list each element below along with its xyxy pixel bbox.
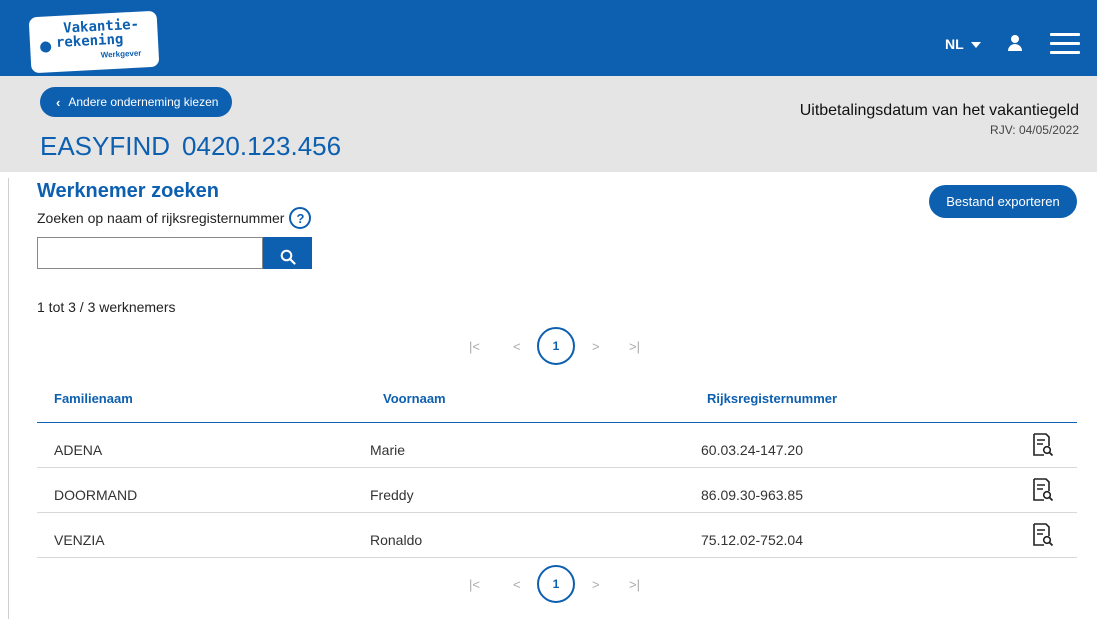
view-document-icon[interactable] [1032,523,1054,547]
column-header-national-number[interactable]: Rijksregisternummer [707,391,837,406]
left-border [8,178,9,619]
table-row[interactable]: VENZIA Ronaldo 75.12.02-752.04 [37,514,1077,558]
company-number: 0420.123.456 [182,131,342,161]
help-icon[interactable]: ? [289,207,312,229]
view-document-icon[interactable] [1032,433,1054,457]
chevron-left-icon: ‹ [56,94,61,110]
table-header-divider [37,422,1077,423]
cell-firstname: Ronaldo [370,532,423,548]
export-file-button[interactable]: Bestand exporteren [929,185,1077,218]
cell-lastname: ADENA [54,442,103,458]
first-page-icon[interactable]: |< [469,339,480,354]
logo-text-line3: Werkgever [100,48,142,60]
last-page-icon[interactable]: >| [629,577,640,592]
cell-lastname: DOORMAND [54,487,138,503]
choose-other-company-button[interactable]: ‹ Andere onderneming kiezen [40,87,233,117]
choose-other-company-label: Andere onderneming kiezen [68,95,219,109]
cell-firstname: Freddy [370,487,414,503]
next-page-icon[interactable]: > [592,577,600,592]
cell-lastname: VENZIA [54,532,105,548]
table-row[interactable]: ADENA Marie 60.03.24-147.20 [37,424,1077,468]
previous-page-icon[interactable]: < [513,339,521,354]
user-icon[interactable] [1007,35,1023,51]
search-icon [280,249,296,265]
logo-dot-icon [39,41,52,53]
pagination-bottom: |< < 1 > >| [469,564,669,604]
language-selector[interactable]: NL [945,36,981,52]
view-document-icon[interactable] [1032,478,1054,502]
current-page-button[interactable]: 1 [537,565,575,603]
payment-date-title: Uitbetalingsdatum van het vakantiegeld [799,102,1079,119]
results-count: 1 tot 3 / 3 werknemers [37,299,176,315]
previous-page-icon[interactable]: < [513,577,521,592]
last-page-icon[interactable]: >| [629,339,640,354]
cell-national-number: 75.12.02-752.04 [701,532,803,548]
search-input[interactable] [37,237,263,269]
company-name: EASYFIND [40,131,171,161]
payment-date-value: RJV: 04/05/2022 [990,123,1079,137]
search-employee-title: Werknemer zoeken [37,180,219,202]
top-navigation-bar: Vakantie- rekening Werkgever NL [0,0,1097,76]
cell-firstname: Marie [370,442,406,458]
cell-national-number: 86.09.30-963.85 [701,487,803,503]
pagination-top: |< < 1 > >| [469,326,669,366]
search-hint: Zoeken op naam of rijksregisternummer ? [37,207,312,229]
search-button[interactable] [263,237,312,269]
first-page-icon[interactable]: |< [469,577,480,592]
language-label: NL [945,36,964,52]
search-hint-label: Zoeken op naam of rijksregisternummer [37,210,285,226]
column-header-firstname[interactable]: Voornaam [383,391,446,406]
current-page-button[interactable]: 1 [537,327,575,365]
column-header-lastname[interactable]: Familienaam [54,391,133,406]
vakantierekening-logo[interactable]: Vakantie- rekening Werkgever [28,10,160,74]
next-page-icon[interactable]: > [592,339,600,354]
company-title: EASYFIND 0420.123.456 [40,131,341,162]
logo-text-line2: rekening [55,31,124,51]
hamburger-menu-icon[interactable] [1050,33,1080,55]
table-row[interactable]: DOORMAND Freddy 86.09.30-963.85 [37,469,1077,513]
caret-down-icon [970,42,981,48]
cell-national-number: 60.03.24-147.20 [701,442,803,458]
